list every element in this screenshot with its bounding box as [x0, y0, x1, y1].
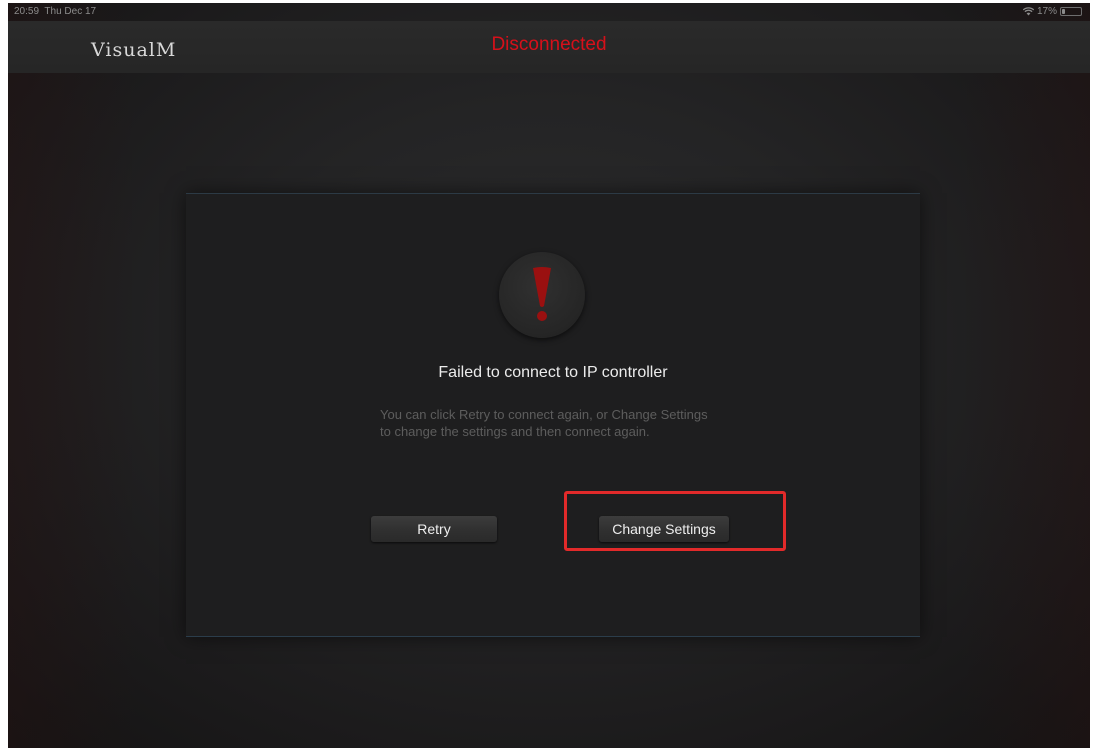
battery-level	[1062, 9, 1066, 14]
connection-status: Disconnected	[491, 34, 607, 55]
status-bar: 20:59 Thu Dec 17 17%	[8, 3, 1090, 21]
alert-badge	[499, 252, 585, 338]
retry-button[interactable]: Retry	[371, 516, 497, 542]
app-screen: 20:59 Thu Dec 17 17% VisualM Disconnecte…	[8, 3, 1090, 748]
dialog-title: Failed to connect to IP controller	[438, 364, 668, 381]
connection-error-dialog: Failed to connect to IP controller You c…	[186, 193, 920, 637]
battery-percent: 17%	[1036, 6, 1057, 17]
navigation-bar: VisualM Disconnected	[8, 21, 1090, 73]
exclamation-icon	[533, 267, 551, 321]
dialog-message: You can click Retry to connect again, or…	[380, 407, 708, 439]
status-time-date: 20:59 Thu Dec 17	[14, 6, 97, 17]
change-settings-highlight	[564, 491, 786, 551]
wifi-icon	[1022, 7, 1035, 16]
battery-icon	[1060, 7, 1082, 16]
status-indicators: 17%	[1022, 6, 1082, 17]
